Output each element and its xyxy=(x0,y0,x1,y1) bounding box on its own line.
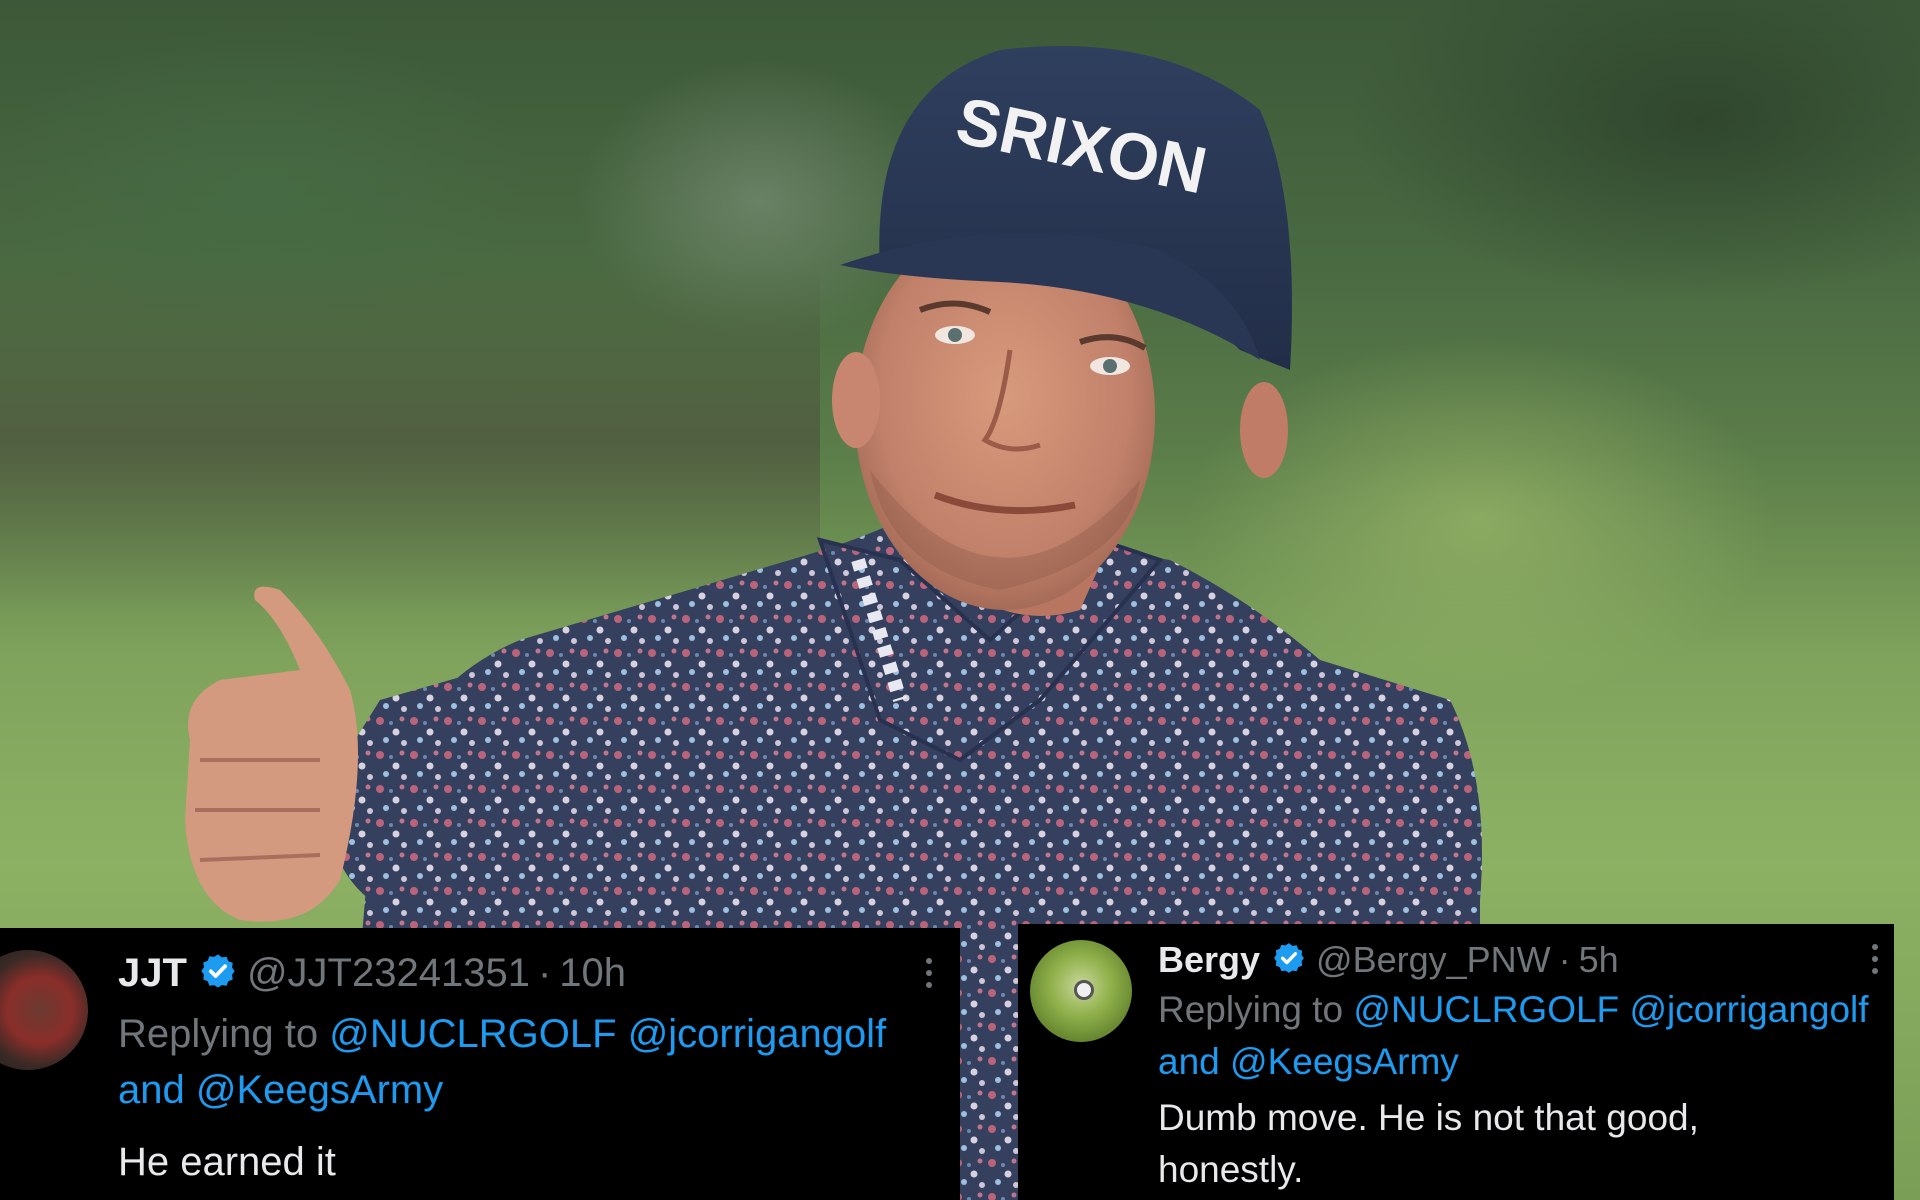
tweet-text: He earned it xyxy=(118,1140,336,1184)
separator-dot: · xyxy=(537,950,552,995)
tweet-header: Bergy @Bergy_PNW · 5h xyxy=(1158,930,1619,990)
conjunction-text: and xyxy=(118,1068,185,1112)
screen: SRIXON JJT @JJT23241351 · 10h Replying t… xyxy=(0,0,1920,1200)
verified-badge-icon xyxy=(199,952,237,995)
golf-hole-icon xyxy=(1074,980,1094,1000)
tweet-text-line: honestly. xyxy=(1158,1148,1304,1190)
replying-to-label: Replying to xyxy=(1158,989,1344,1030)
tweet-text: Dumb move. He is not that good, honestly… xyxy=(1158,1092,1858,1196)
more-options-icon[interactable] xyxy=(1870,944,1880,980)
tweet-text-line: Dumb move. He is not that good, xyxy=(1158,1097,1699,1138)
mention-link[interactable]: @jcorrigangolf xyxy=(628,1012,887,1056)
display-name[interactable]: Bergy xyxy=(1158,939,1260,981)
separator-dot: · xyxy=(1558,939,1571,980)
conjunction-text: and xyxy=(1158,1040,1220,1082)
avatar[interactable] xyxy=(0,950,88,1070)
user-handle[interactable]: @Bergy_PNW xyxy=(1316,939,1551,981)
mention-link[interactable]: @NUCLRGOLF xyxy=(1353,989,1619,1030)
user-handle[interactable]: @JJT23241351 xyxy=(247,951,530,996)
replying-to: Replying to @NUCLRGOLF @jcorrigangolf an… xyxy=(118,1006,948,1118)
tweet-header: JJT @JJT23241351 · 10h xyxy=(118,942,626,1004)
mention-link[interactable]: @jcorrigangolf xyxy=(1629,989,1868,1030)
verified-badge-icon xyxy=(1272,941,1306,980)
mention-link[interactable]: @NUCLRGOLF xyxy=(329,1012,616,1056)
avatar[interactable] xyxy=(1030,940,1132,1042)
tweet-card-bergy[interactable]: Bergy @Bergy_PNW · 5h Replying to @NUCLR… xyxy=(1018,924,1894,1200)
display-name[interactable]: JJT xyxy=(118,951,187,996)
timestamp[interactable]: 10h xyxy=(559,951,626,996)
replying-to-label: Replying to xyxy=(118,1012,319,1056)
mention-link[interactable]: @KeegsArmy xyxy=(1230,1041,1459,1082)
replying-to: Replying to @NUCLRGOLF @jcorrigangolf an… xyxy=(1158,984,1898,1088)
tweet-card-jjt[interactable]: JJT @JJT23241351 · 10h Replying to @NUCL… xyxy=(0,928,960,1200)
timestamp[interactable]: 5h xyxy=(1579,939,1619,981)
more-options-icon[interactable] xyxy=(924,958,934,994)
mention-link[interactable]: @KeegsArmy xyxy=(196,1068,443,1112)
